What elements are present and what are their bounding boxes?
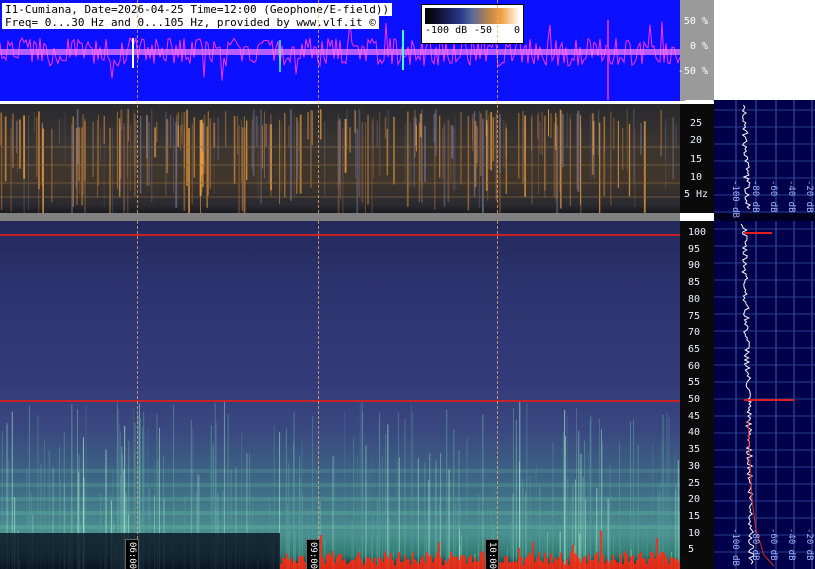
freq-label: 30 (688, 460, 701, 472)
wave-axis-label: 0 % (689, 41, 708, 52)
db-label: -20 dB (804, 528, 814, 561)
freq-label: 45 (688, 410, 701, 422)
low-frequency-axis: 25 20 15 10 5 Hz (680, 104, 714, 213)
freq-label: 15 (688, 510, 701, 522)
wave-axis-label: -50 % (677, 66, 708, 77)
freq-label: 95 (688, 243, 701, 255)
freq-label: 100 (688, 227, 707, 238)
db-label: -60 dB (768, 180, 778, 213)
panel-separator (0, 213, 680, 221)
wave-axis-label: 50 % (683, 16, 708, 27)
freq-label: 5 Hz (684, 189, 709, 200)
freq-label: 50 (688, 394, 701, 405)
low-frequency-spectrogram (0, 104, 680, 213)
freq-label: 10 (688, 527, 701, 539)
time-gridline (137, 0, 138, 213)
freq-label: 90 (688, 260, 701, 272)
time-gridline (497, 221, 498, 569)
time-gridline (497, 0, 498, 213)
title-line-2: Freq= 0...30 Hz and 0...105 Hz, provided… (2, 16, 379, 29)
spectrum-profile (714, 100, 815, 569)
db-label: -100 dB (730, 180, 740, 218)
spectrum-side-panel: -100 dB -80 dB -60 dB -40 dB -20 dB -100… (714, 100, 815, 569)
freq-label: 20 (688, 494, 701, 506)
colorbar-gradient (425, 8, 520, 24)
time-gridline (137, 221, 138, 569)
time-gridline (318, 0, 319, 213)
time-marker: 10:00 (485, 539, 499, 569)
time-marker: 06:00 (125, 539, 139, 569)
freq-label: 85 (688, 277, 701, 289)
freq-label: 5 (688, 544, 695, 556)
waveform-axis: 50 % 0 % -50 % (677, 0, 714, 101)
freq-label: 75 (688, 310, 701, 322)
axis-divider (685, 100, 713, 103)
high-frequency-axis: 100 95 90 85 80 75 70 65 60 55 50 45 40 35 30 25 20 15 10 5 (680, 221, 714, 569)
freq-label: 40 (688, 427, 701, 439)
db-label: -80 dB (750, 180, 760, 213)
colorbar-legend: -100 dB -50 0 (421, 4, 524, 44)
freq-label: 60 (688, 360, 701, 372)
db-label: -80 dB (750, 528, 760, 561)
line-50hz (0, 400, 680, 402)
db-label: -100 dB (730, 528, 740, 566)
freq-label: 25 (688, 477, 701, 489)
db-label: -20 dB (804, 180, 814, 213)
line-100hz (0, 234, 680, 236)
db-label: -60 dB (768, 528, 778, 561)
title-line-1: I1-Cumiana, Date=2026-04-25 Time=12:00 (… (2, 3, 393, 16)
freq-label: 65 (688, 343, 701, 355)
high-frequency-spectrogram: 06:00 09:00 10:00 (0, 221, 680, 569)
colorbar-label-max: 0 (514, 25, 521, 36)
time-gridline (318, 221, 319, 569)
colorbar-label-min: -100 dB (425, 25, 468, 36)
waveform-panel: I1-Cumiana, Date=2026-04-25 Time=12:00 (… (0, 0, 680, 101)
freq-label: 10 (690, 172, 703, 183)
freq-label: 80 (688, 293, 701, 305)
freq-label: 70 (688, 327, 701, 339)
db-label: -40 dB (786, 528, 796, 561)
freq-label: 55 (688, 377, 701, 389)
colorbar-label-mid: -50 (474, 25, 493, 36)
time-marker: 09:00 (306, 539, 320, 569)
freq-label: 25 (690, 118, 703, 129)
freq-label: 15 (690, 154, 703, 165)
freq-label: 35 (688, 444, 701, 456)
freq-label: 20 (690, 135, 703, 146)
db-label: -40 dB (786, 180, 796, 213)
